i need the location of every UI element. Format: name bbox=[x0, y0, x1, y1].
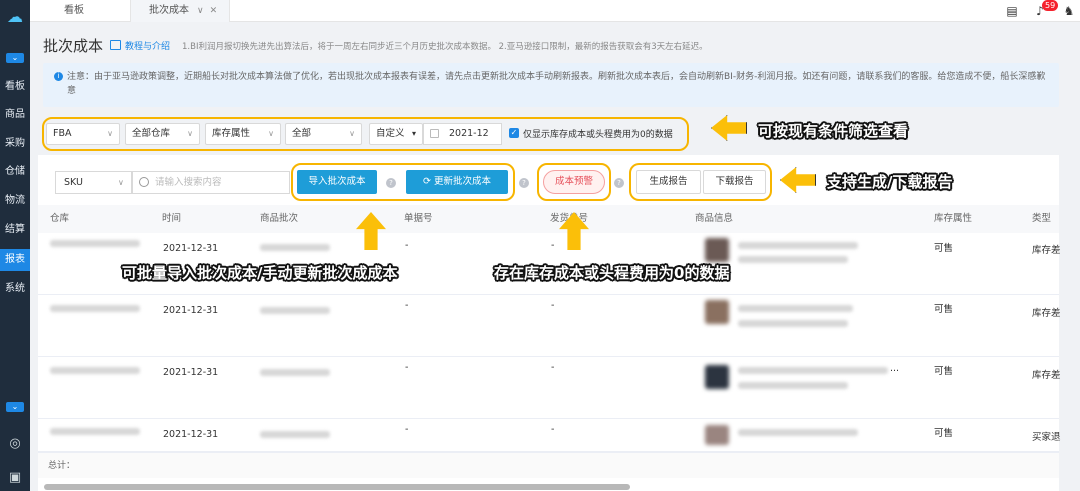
warehouse-cell bbox=[50, 240, 140, 247]
tutorial-link[interactable]: 教程与介绍 bbox=[125, 39, 170, 52]
arrow-left-icon bbox=[711, 115, 747, 141]
annotation-zero: 存在库存成本或头程费用为0的数据 bbox=[494, 264, 730, 282]
column-header: 时间 bbox=[162, 213, 182, 224]
type-cell: 库存差 bbox=[1032, 245, 1061, 256]
product-image bbox=[705, 425, 729, 445]
logo-icon[interactable]: ☁ bbox=[3, 6, 27, 28]
column-header: 单据号 bbox=[404, 213, 433, 224]
column-header: 仓库 bbox=[50, 213, 70, 224]
warning-highlight-frame bbox=[537, 163, 611, 201]
inventory-attr-cell: 可售 bbox=[934, 304, 954, 315]
ellipsis-text: ... bbox=[890, 363, 900, 374]
doc-no-cell: - bbox=[405, 300, 409, 311]
product-info bbox=[738, 305, 853, 312]
annotation-report: 支持生成/下载报告 bbox=[827, 173, 953, 191]
warehouse-cell bbox=[50, 367, 140, 374]
product-info bbox=[738, 367, 888, 374]
column-header: 商品批次 bbox=[260, 213, 299, 224]
product-info bbox=[738, 256, 848, 263]
ship-no-cell: - bbox=[551, 300, 555, 311]
warehouse-cell bbox=[50, 428, 140, 435]
annotation-import: 可批量导入批次成本/手动更新批次成成本 bbox=[122, 264, 398, 282]
annotation-filter: 可按现有条件筛选查看 bbox=[758, 122, 909, 140]
product-info bbox=[738, 429, 858, 436]
sidebar-item-warehouse[interactable]: 仓储 bbox=[0, 161, 30, 183]
warehouse-cell bbox=[50, 305, 140, 312]
report-highlight-frame bbox=[629, 163, 772, 201]
type-cell: 库存差 bbox=[1032, 370, 1061, 381]
help-icon[interactable]: ? bbox=[519, 178, 529, 188]
chevron-down-icon[interactable]: ∨ bbox=[197, 6, 204, 16]
document-icon[interactable]: ▤ bbox=[1004, 3, 1020, 19]
page-title: 批次成本 bbox=[43, 37, 104, 55]
chevron-down-icon: ∨ bbox=[118, 178, 124, 187]
collapse-toggle-icon[interactable]: ⌄ bbox=[6, 53, 24, 63]
tab-dashboard[interactable]: 看板 bbox=[64, 0, 84, 22]
batch-cell bbox=[260, 307, 330, 314]
column-header: 商品信息 bbox=[695, 213, 734, 224]
total-row bbox=[38, 452, 1059, 478]
sku-select[interactable]: SKU ∨ bbox=[55, 171, 132, 194]
help-icon[interactable]: ? bbox=[614, 178, 624, 188]
header-note: 1.BI利润月报切换先进先出算法后，将于一周左右同步近三个月历史批次成本数据。 … bbox=[182, 42, 708, 52]
ship-no-cell: - bbox=[551, 240, 555, 251]
sidebar-item-logistics[interactable]: 物流 bbox=[0, 190, 30, 212]
import-highlight-frame bbox=[291, 163, 515, 201]
search-input[interactable] bbox=[132, 171, 290, 194]
notice-banner: i 注意：由于亚马逊政策调整，近期船长对批次成本算法做了优化，若出现批次成本报表… bbox=[43, 63, 1059, 107]
sidebar-item-products[interactable]: 商品 bbox=[0, 104, 30, 126]
inventory-attr-cell: 可售 bbox=[934, 243, 954, 254]
book-icon[interactable] bbox=[110, 40, 121, 50]
sidebar-item-system[interactable]: 系统 bbox=[0, 278, 30, 300]
notification-badge: 59 bbox=[1042, 0, 1059, 11]
sidebar: ☁ ⌄ 看板 商品 采购 仓储 物流 结算 报表 系统 ⌄ ◎ ▣ bbox=[0, 0, 30, 491]
type-cell: 买家退 bbox=[1032, 432, 1061, 443]
gift-icon[interactable]: ▣ bbox=[7, 470, 23, 486]
batch-cell bbox=[260, 369, 330, 376]
horizontal-scrollbar[interactable] bbox=[44, 484, 630, 490]
doc-no-cell: - bbox=[405, 424, 409, 435]
product-image bbox=[705, 238, 729, 262]
captain-avatar-icon[interactable]: ♞ bbox=[1061, 3, 1077, 19]
inventory-attr-cell: 可售 bbox=[934, 428, 954, 439]
close-icon[interactable]: ✕ bbox=[210, 6, 218, 16]
sidebar-item-reports[interactable]: 报表 bbox=[0, 249, 30, 271]
search-icon bbox=[139, 177, 149, 187]
time-cell: 2021-12-31 bbox=[163, 367, 219, 378]
tab-label: 看板 bbox=[64, 5, 84, 16]
total-label: 总计： bbox=[48, 461, 76, 471]
product-image bbox=[705, 300, 729, 324]
time-cell: 2021-12-31 bbox=[163, 243, 219, 254]
help-center-icon[interactable]: ◎ bbox=[7, 436, 23, 452]
notice-text: 注意：由于亚马逊政策调整，近期船长对批次成本算法做了优化，若出现批次成本报表有误… bbox=[67, 72, 1046, 96]
ship-no-cell: - bbox=[551, 362, 555, 373]
type-cell: 库存差 bbox=[1032, 308, 1061, 319]
top-bar: 看板 批次成本 ∨ ✕ bbox=[30, 0, 1080, 22]
product-info bbox=[738, 320, 848, 327]
batch-cell bbox=[260, 431, 330, 438]
table-header bbox=[38, 205, 1059, 233]
info-icon: i bbox=[54, 72, 63, 81]
sidebar-item-settlement[interactable]: 结算 bbox=[0, 219, 30, 241]
product-info bbox=[738, 242, 858, 249]
batch-cell bbox=[260, 244, 330, 251]
doc-no-cell: - bbox=[405, 240, 409, 251]
filter-highlight-frame bbox=[42, 117, 689, 151]
sku-value: SKU bbox=[64, 177, 83, 188]
inventory-attr-cell: 可售 bbox=[934, 366, 954, 377]
doc-no-cell: - bbox=[405, 362, 409, 373]
tab-label: 批次成本 bbox=[149, 5, 189, 16]
ship-no-cell: - bbox=[551, 424, 555, 435]
column-header: 类型 bbox=[1032, 213, 1052, 224]
product-image bbox=[705, 365, 729, 389]
tab-batch-cost[interactable]: 批次成本 ∨ ✕ bbox=[130, 0, 230, 22]
sidebar-item-dashboard[interactable]: 看板 bbox=[0, 76, 30, 98]
product-info bbox=[738, 382, 848, 389]
expand-toggle-icon[interactable]: ⌄ bbox=[6, 402, 24, 412]
time-cell: 2021-12-31 bbox=[163, 305, 219, 316]
time-cell: 2021-12-31 bbox=[163, 429, 219, 440]
sidebar-item-purchase[interactable]: 采购 bbox=[0, 133, 30, 155]
column-header: 库存属性 bbox=[934, 213, 973, 224]
